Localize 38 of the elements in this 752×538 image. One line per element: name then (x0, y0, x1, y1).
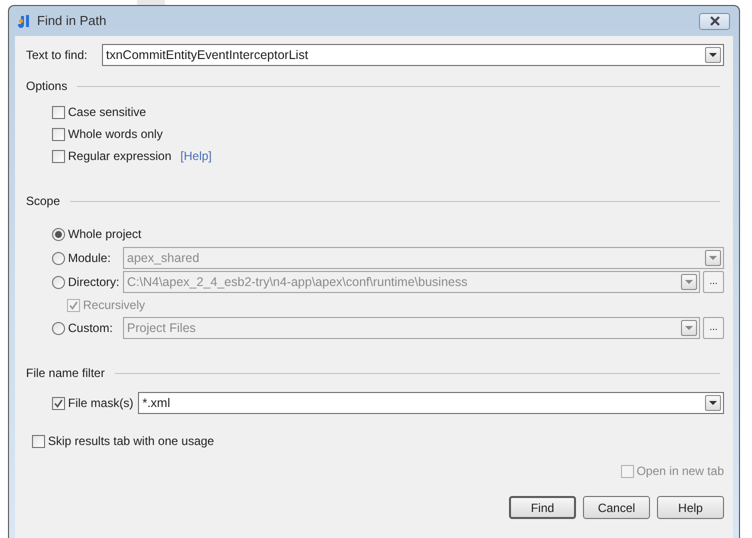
radio-label: Whole project (68, 226, 142, 243)
field-label: Text to find: (26, 47, 88, 64)
help-link[interactable]: [Help] (180, 147, 212, 165)
file-mask-field[interactable]: *.xml (138, 392, 724, 414)
dialog-button[interactable]: Cancel (583, 496, 650, 519)
app-icon (16, 13, 32, 29)
window-title: Find in Path (37, 12, 108, 30)
radio-label: Module: (68, 250, 111, 267)
checkbox[interactable] (52, 128, 65, 140)
section-heading: Scope (26, 193, 60, 210)
dropdown-button[interactable] (705, 395, 721, 411)
radio-label: Custom: (68, 320, 113, 337)
dialog-button[interactable]: Find (509, 496, 576, 519)
checkbox-label: Whole words only (68, 126, 163, 143)
caret-icon (709, 256, 717, 260)
radio-button[interactable] (52, 228, 65, 240)
checkbox-label: File mask(s) (68, 395, 134, 412)
checkbox[interactable] (52, 396, 65, 410)
dialog-button[interactable]: Help (657, 496, 724, 519)
text-to-find-field[interactable]: txnCommitEntityEventInterceptorList (102, 44, 724, 66)
checkbox-label: Skip results tab with one usage (48, 433, 214, 450)
section-heading: File name filter (26, 365, 105, 382)
dropdown-button[interactable] (705, 47, 721, 63)
checkbox-label: Regular expression (68, 148, 172, 165)
close-button[interactable] (699, 12, 730, 30)
caret-icon (685, 280, 693, 284)
radio-label: Directory: (68, 274, 120, 291)
caret-icon (709, 401, 717, 405)
checkbox-label: Recursively (83, 297, 146, 314)
checkbox[interactable] (52, 106, 65, 118)
section-heading: Options (26, 78, 68, 95)
checkbox[interactable] (32, 434, 45, 448)
caret-icon (709, 53, 717, 57)
close-icon (708, 16, 720, 26)
checkbox[interactable] (52, 150, 65, 162)
checkbox-label: Case sensitive (68, 104, 146, 121)
caret-icon (685, 326, 693, 330)
checkbox-label: Open in new tab (636, 463, 724, 480)
